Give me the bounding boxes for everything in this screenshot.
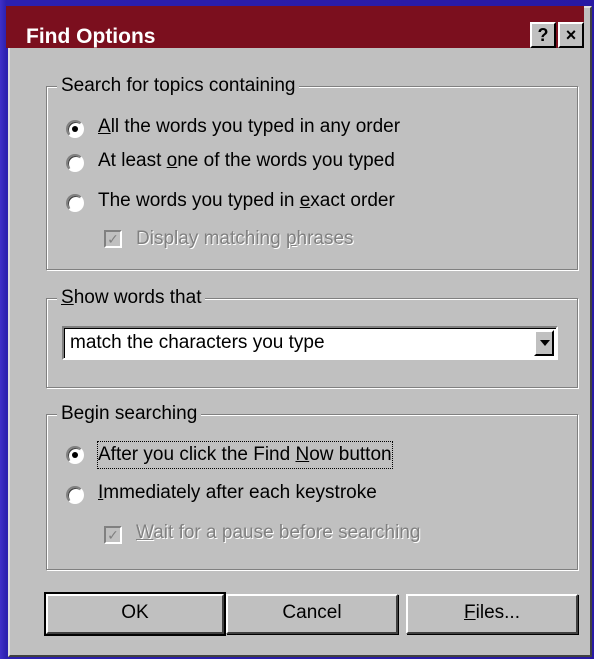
begin-searching-legend: Begin searching: [57, 401, 202, 427]
checkbox-wait-pause[interactable]: ✓: [104, 526, 122, 544]
option-exact-order-label[interactable]: The words you typed in exact order: [98, 188, 395, 214]
help-button[interactable]: ?: [530, 22, 556, 48]
option-all-words-label[interactable]: All the words you typed in any order: [98, 114, 400, 140]
option-immediately-label[interactable]: Immediately after each keystroke: [98, 480, 377, 506]
radio-immediately[interactable]: [66, 486, 84, 504]
wait-pause-label: Wait for a pause before searching: [136, 522, 421, 543]
dropdown-arrow-button[interactable]: [534, 330, 554, 356]
show-words-selected-value: match the characters you type: [70, 332, 325, 353]
radio-after-find-now[interactable]: [66, 446, 84, 464]
files-button[interactable]: Files...: [406, 594, 578, 634]
radio-at-least-one[interactable]: [66, 154, 84, 172]
title-bar[interactable]: Find Options ? ×: [6, 6, 584, 48]
dialog-title: Find Options: [26, 25, 156, 48]
display-phrases-label: Display matching phrases: [136, 228, 354, 249]
checkbox-display-phrases[interactable]: ✓: [104, 230, 122, 248]
cancel-button[interactable]: Cancel: [226, 594, 398, 634]
radio-exact-order[interactable]: [66, 194, 84, 212]
option-at-least-one-label[interactable]: At least one of the words you typed: [98, 148, 395, 174]
ok-button[interactable]: OK: [44, 592, 226, 636]
show-words-legend: Show words that: [57, 285, 206, 311]
chevron-down-icon: [540, 340, 550, 346]
radio-all-words[interactable]: [66, 120, 84, 138]
close-button[interactable]: ×: [558, 22, 584, 48]
search-topics-legend: Search for topics containing: [57, 73, 300, 99]
show-words-dropdown[interactable]: match the characters you type: [62, 326, 558, 360]
option-after-find-now-label[interactable]: After you click the Find Now button: [97, 441, 393, 469]
